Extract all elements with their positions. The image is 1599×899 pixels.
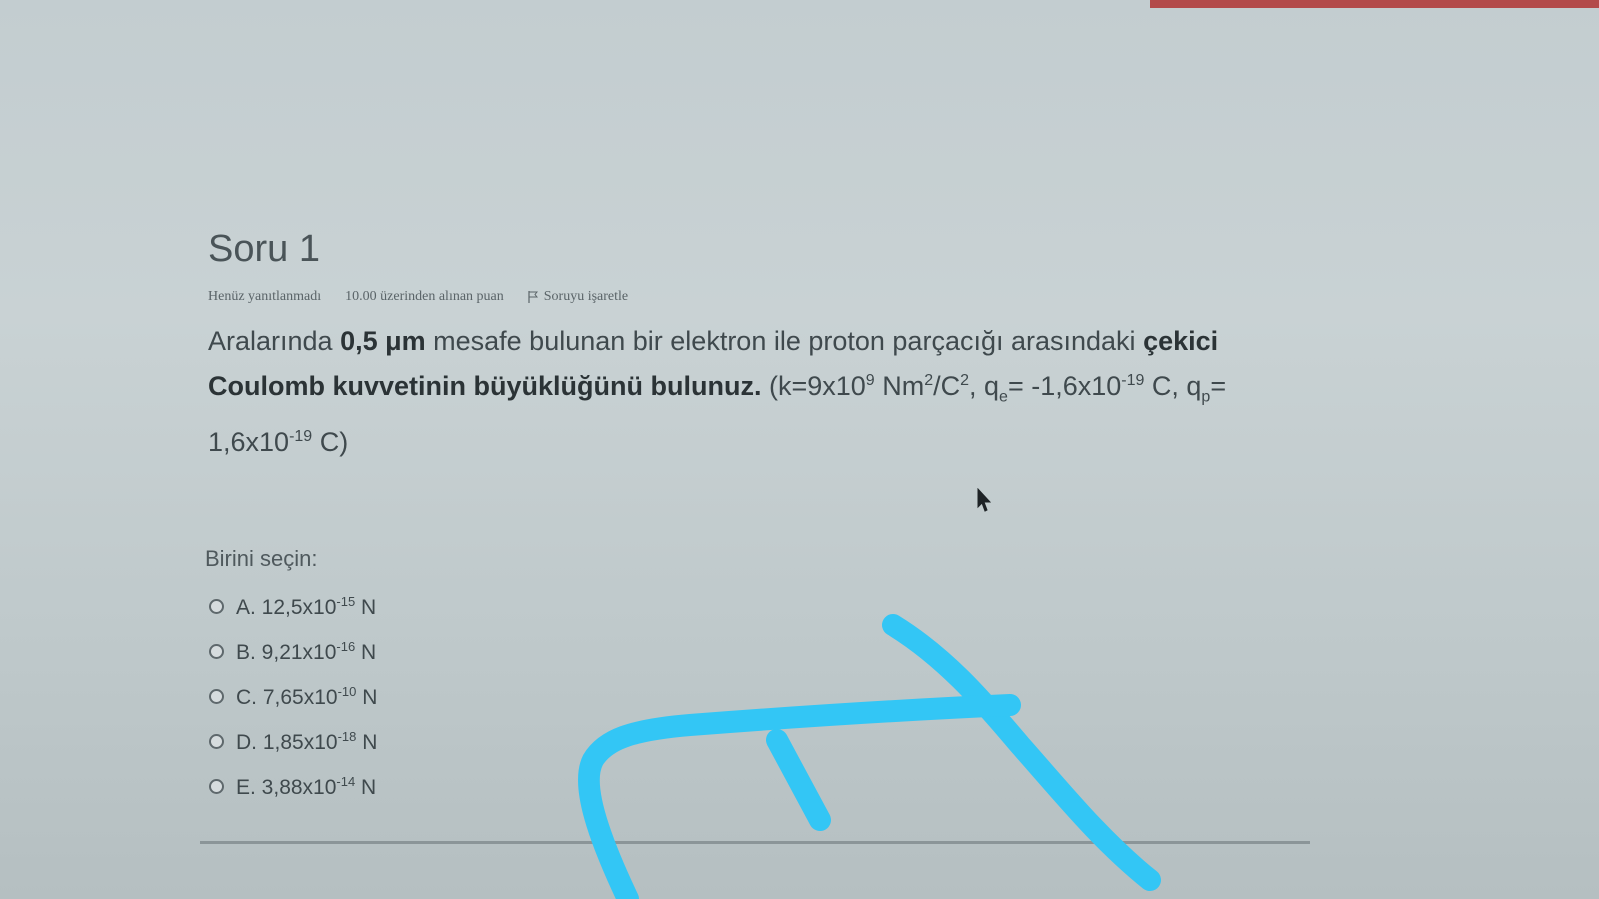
option-e[interactable]: E. 3,88x10-14 N — [205, 764, 377, 809]
option-a[interactable]: A. 12,5x10-15 N — [205, 584, 377, 629]
radio-c[interactable] — [209, 689, 224, 704]
answer-block: Birini seçin: A. 12,5x10-15 N B. 9,21x10… — [205, 546, 377, 809]
question-title: Soru 1 — [208, 228, 320, 270]
answer-prompt: Birini seçin: — [205, 546, 318, 571]
radio-e[interactable] — [209, 779, 224, 794]
radio-b[interactable] — [209, 644, 224, 659]
question-info: Henüz yanıtlanmadı 10.00 üzerinden alına… — [208, 289, 1328, 305]
flag-icon — [528, 291, 538, 303]
flag-question-link[interactable]: Soruyu işaretle — [528, 289, 628, 305]
radio-a[interactable] — [209, 599, 224, 614]
question-text: Aralarında 0,5 μm mesafe bulunan bir ele… — [208, 326, 1227, 458]
top-window-strip — [1150, 0, 1599, 8]
option-c[interactable]: C. 7,65x10-10 N — [205, 674, 377, 719]
flag-question-label: Soruyu işaretle — [543, 289, 629, 304]
question-points: 10.00 üzerinden alınan puan — [345, 289, 504, 304]
option-d[interactable]: D. 1,85x10-18 N — [205, 719, 377, 764]
question-container: Soru 1 Henüz yanıtlanmadı 10.00 üzerinde… — [208, 228, 1328, 462]
option-b[interactable]: B. 9,21x10-16 N — [205, 629, 377, 674]
mouse-cursor-icon — [977, 488, 991, 512]
question-divider — [200, 841, 1310, 844]
question-status: Henüz yanıtlanmadı — [208, 289, 322, 304]
distance-value: 0,5 μm — [340, 326, 426, 356]
radio-d[interactable] — [209, 734, 224, 749]
